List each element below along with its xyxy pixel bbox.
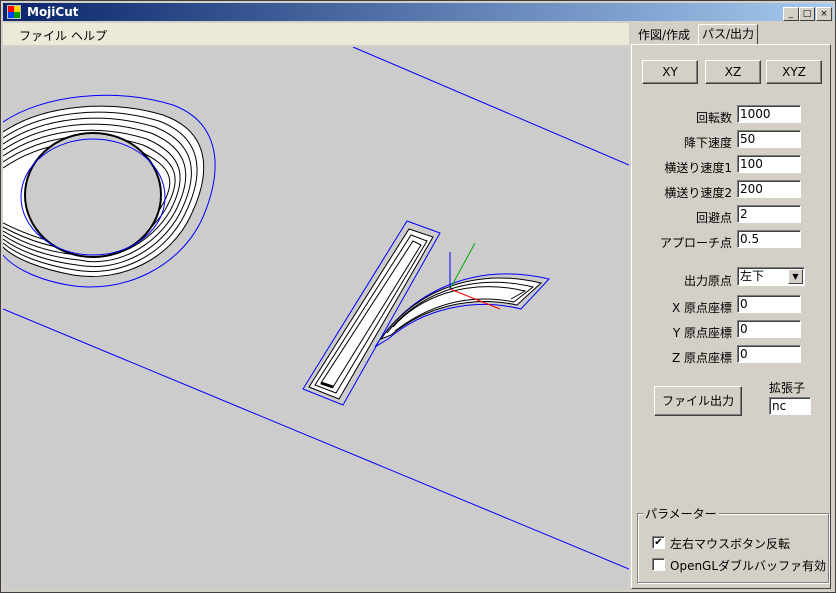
feed-speed-2-input[interactable]: 200 — [737, 180, 801, 198]
minimize-button[interactable]: _ — [783, 7, 799, 21]
approach-point-input[interactable]: 0.5 — [737, 230, 801, 248]
tab-page-path-output: XY XZ XYZ 回転数 1000 降下速度 50 横送り速度1 100 横送… — [631, 44, 831, 589]
spindle-speed-input[interactable]: 1000 — [737, 105, 801, 123]
clearance-point-input[interactable]: 2 — [737, 205, 801, 223]
output-origin-label: 出力原点 — [683, 274, 732, 288]
stock-edge-bottom — [3, 308, 629, 570]
plunge-speed-input[interactable]: 50 — [737, 130, 801, 148]
view-xy-button[interactable]: XY — [642, 60, 698, 84]
x-origin-label: X 原点座標 — [671, 301, 732, 315]
approach-point-label: アプローチ点 — [659, 236, 732, 250]
close-button[interactable]: × — [816, 7, 832, 21]
tab-drawing[interactable]: 作図/作成 — [635, 26, 693, 44]
z-origin-label: Z 原点座標 — [671, 351, 732, 365]
z-origin-input[interactable]: 0 — [737, 345, 801, 363]
opengl-double-buffer-label[interactable]: OpenGLダブルバッファ有効 — [670, 557, 826, 574]
view-xz-button[interactable]: XZ — [705, 60, 761, 84]
clearance-point-label: 回避点 — [695, 211, 732, 225]
parameters-group-title: パラメーター — [643, 505, 719, 522]
opengl-double-buffer-checkbox[interactable] — [652, 558, 665, 571]
feed-speed-1-label: 横送り速度1 — [664, 161, 732, 175]
control-panel: 作図/作成 パス/出力 XY XZ XYZ 回転数 1000 降下速度 50 横… — [629, 23, 833, 590]
tab-path-output[interactable]: パス/出力 — [698, 24, 759, 44]
extension-input[interactable]: nc — [769, 397, 811, 415]
feed-speed-1-input[interactable]: 100 — [737, 155, 801, 173]
letter-o-toolpath — [3, 94, 216, 288]
letter-r-toolpath — [302, 220, 550, 406]
swap-mouse-buttons-checkbox[interactable]: ✔ — [652, 536, 665, 549]
check-icon: ✔ — [654, 537, 663, 548]
output-origin-value: 左下 — [740, 269, 765, 283]
view-xyz-button[interactable]: XYZ — [766, 60, 822, 84]
plunge-speed-label: 降下速度 — [683, 136, 732, 150]
menu-help[interactable]: ヘルプ — [71, 27, 107, 44]
output-origin-select[interactable]: 左下 ▼ — [737, 267, 805, 286]
menu-bar: ファイル ヘルプ — [3, 23, 629, 45]
y-origin-label: Y 原点座標 — [672, 326, 732, 340]
y-origin-input[interactable]: 0 — [737, 320, 801, 338]
menu-file[interactable]: ファイル — [19, 27, 67, 44]
gl-viewport[interactable] — [3, 47, 629, 590]
file-output-button[interactable]: ファイル出力 — [654, 386, 742, 416]
title-bar[interactable]: MojiCut _ □ × — [3, 3, 833, 21]
parameters-group: パラメーター ✔ 左右マウスボタン反転 OpenGLダブルバッファ有効 — [637, 505, 829, 583]
spindle-speed-label: 回転数 — [695, 111, 732, 125]
feed-speed-2-label: 横送り速度2 — [664, 186, 732, 200]
stock-edge-top — [352, 47, 629, 166]
x-origin-input[interactable]: 0 — [737, 295, 801, 313]
toolpath-canvas — [3, 47, 629, 570]
chevron-down-icon[interactable]: ▼ — [788, 269, 803, 284]
extension-label: 拡張子 — [769, 381, 806, 395]
maximize-button[interactable]: □ — [799, 7, 815, 21]
swap-mouse-buttons-label[interactable]: 左右マウスボタン反転 — [670, 535, 790, 552]
app-window: MojiCut _ □ × ファイル ヘルプ 作図/作成 パス/出力 XY XZ… — [0, 0, 836, 593]
window-title: MojiCut — [27, 5, 79, 19]
app-icon — [7, 5, 21, 19]
